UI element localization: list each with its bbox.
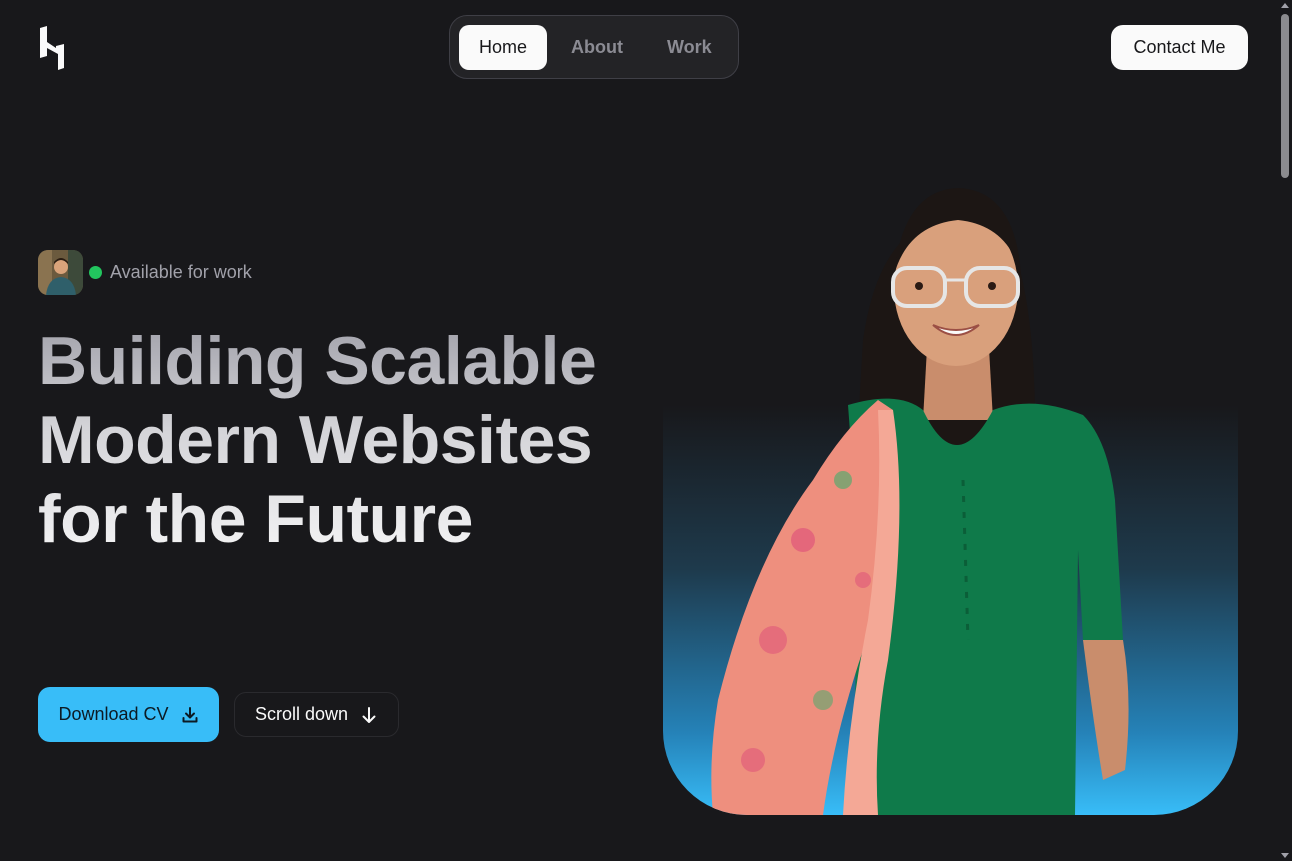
scroll-down-arrow-icon[interactable] [1281, 853, 1289, 858]
scrollbar-thumb[interactable] [1281, 14, 1289, 178]
download-icon [182, 706, 198, 722]
portrait-photo [663, 180, 1238, 815]
nav-home[interactable]: Home [459, 24, 548, 70]
scroll-down-button[interactable]: Scroll down [234, 692, 399, 737]
main-nav: Home About Work [449, 15, 739, 79]
hero-headline: Building Scalable Modern Websites for th… [38, 322, 648, 559]
availability-status: Available for work [38, 250, 252, 295]
scroll-up-arrow-icon[interactable] [1281, 3, 1289, 8]
page-scrollbar[interactable] [1278, 0, 1292, 861]
status-text: Available for work [110, 262, 252, 282]
avatar [38, 250, 83, 295]
scroll-down-label: Scroll down [254, 704, 349, 724]
brand-logo-icon[interactable] [38, 26, 66, 70]
download-cv-button[interactable]: Download CV [38, 687, 219, 742]
download-cv-label: Download CV [58, 704, 169, 724]
contact-me-button[interactable]: Contact Me [1111, 25, 1248, 70]
arrow-down-icon [362, 706, 376, 723]
nav-work[interactable]: Work [647, 25, 732, 70]
status-dot [89, 266, 102, 279]
page: Home About Work Contact Me Available for… [0, 0, 1292, 861]
nav-about[interactable]: About [551, 25, 643, 70]
